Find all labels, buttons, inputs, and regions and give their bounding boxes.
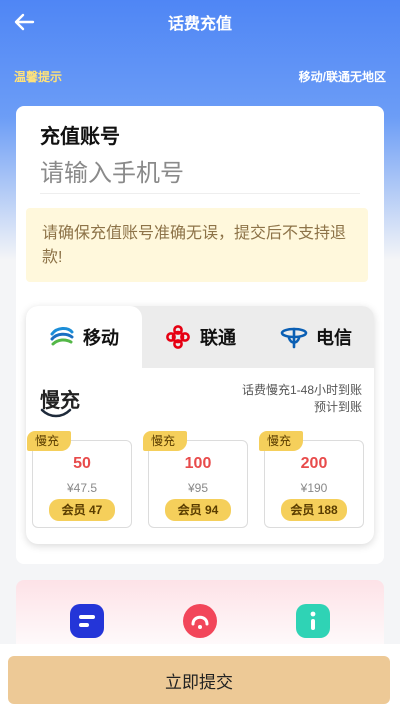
tab-label: 联通 bbox=[200, 328, 236, 348]
menu-app-icon[interactable] bbox=[70, 604, 104, 638]
package-price: ¥190 bbox=[300, 481, 328, 495]
china-mobile-icon bbox=[50, 327, 74, 346]
tips-link[interactable]: 温馨提示 bbox=[14, 68, 62, 85]
recharge-card: 充值账号 请确保充值账号准确无误，提交后不支持退款! 移动 bbox=[16, 106, 384, 564]
package-price: ¥95 bbox=[187, 481, 209, 495]
headset-support-icon[interactable] bbox=[183, 604, 217, 638]
tab-china-mobile[interactable]: 移动 bbox=[26, 306, 142, 368]
tab-china-unicom[interactable]: 联通 bbox=[142, 306, 258, 368]
member-price-badge: 会员 94 bbox=[165, 499, 231, 521]
page-title: 话费充值 bbox=[167, 16, 232, 33]
package-card-200[interactable]: 慢充 200 ¥190 会员 188 bbox=[259, 431, 364, 528]
nav-bar: 话费充值 bbox=[0, 0, 400, 44]
package-tag: 慢充 bbox=[259, 431, 304, 451]
package-amount: 200 bbox=[300, 455, 328, 472]
account-label: 充值账号 bbox=[40, 126, 120, 148]
package-card-100[interactable]: 慢充 100 ¥95 会员 94 bbox=[143, 431, 248, 528]
operator-panel: 移动 联通 电信 慢充 话费慢充1-48小时到账 预计到账 慢充 50 ¥47.… bbox=[26, 306, 374, 544]
package-tag: 慢充 bbox=[143, 431, 188, 451]
member-price-badge: 会员 47 bbox=[49, 499, 115, 521]
phone-input[interactable] bbox=[40, 154, 360, 194]
charge-desc-line1: 话费慢充1-48小时到账 bbox=[241, 383, 362, 397]
back-arrow-icon[interactable] bbox=[10, 8, 38, 36]
operator-tabs: 移动 联通 电信 bbox=[26, 306, 374, 368]
region-note: 移动/联通无地区 bbox=[298, 70, 386, 84]
tab-label: 移动 bbox=[83, 328, 119, 348]
package-price: ¥47.5 bbox=[66, 481, 98, 495]
package-tag: 慢充 bbox=[27, 431, 72, 451]
package-amount: 100 bbox=[184, 455, 212, 472]
package-card-50[interactable]: 慢充 50 ¥47.5 会员 47 bbox=[27, 431, 132, 528]
tab-china-telecom[interactable]: 电信 bbox=[258, 306, 374, 368]
warning-box: 请确保充值账号准确无误，提交后不支持退款! bbox=[26, 208, 368, 282]
tab-label: 电信 bbox=[316, 328, 352, 348]
info-icon[interactable] bbox=[296, 604, 330, 638]
member-price-badge: 会员 188 bbox=[281, 499, 347, 521]
china-unicom-icon bbox=[166, 325, 190, 349]
china-telecom-icon bbox=[280, 327, 308, 349]
package-amount: 50 bbox=[73, 455, 91, 472]
charge-desc-line2: 预计到账 bbox=[313, 400, 362, 414]
charge-description: 话费慢充1-48小时到账 预计到账 bbox=[242, 382, 362, 416]
submit-button[interactable]: 立即提交 bbox=[8, 656, 390, 704]
notice-row: 温馨提示 移动/联通无地区 bbox=[14, 68, 386, 85]
smile-icon bbox=[40, 408, 72, 418]
footer-bar: 立即提交 bbox=[0, 644, 400, 714]
